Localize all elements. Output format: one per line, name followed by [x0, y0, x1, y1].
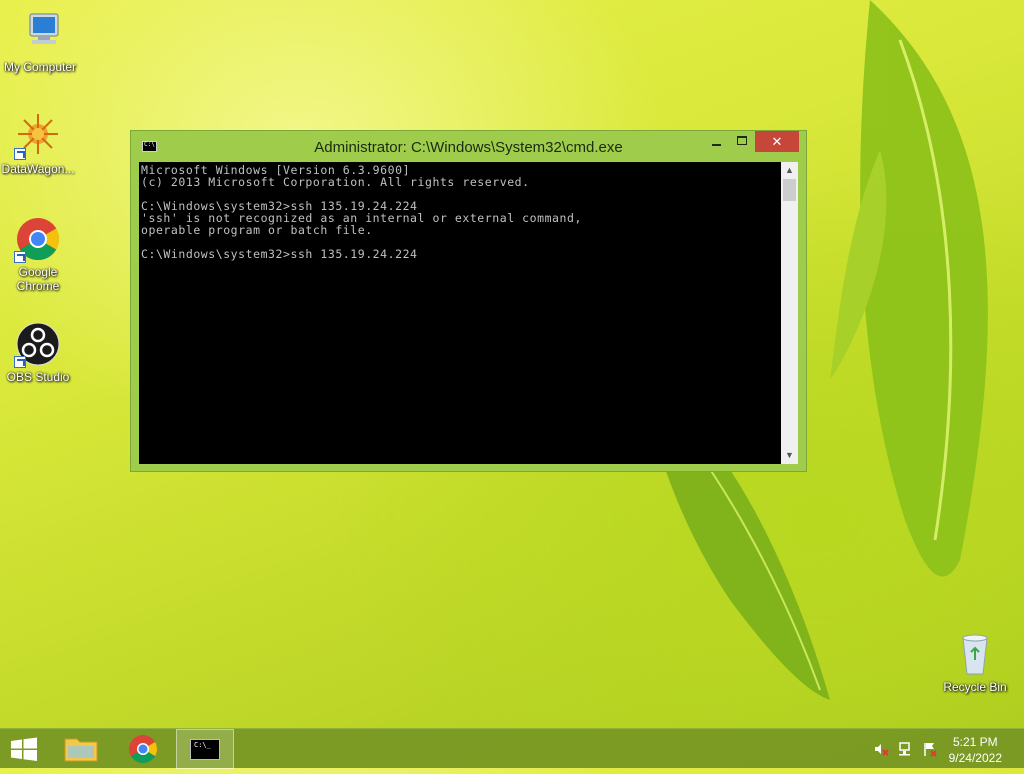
console-output[interactable]: Microsoft Windows [Version 6.3.9600] (c) …	[139, 162, 781, 464]
desktop-icon-recycle-bin[interactable]: Recycle Bin	[935, 630, 1015, 694]
console-line: C:\Windows\system32>ssh 135.19.24.224	[141, 247, 418, 261]
computer-icon	[16, 10, 64, 58]
maximize-button[interactable]	[729, 131, 755, 152]
taskbar: C:\_ 5:21 PM 9/24/2022	[0, 728, 1024, 769]
desktop-icon-my-computer[interactable]: My Computer	[0, 10, 80, 74]
clock-date: 9/24/2022	[948, 751, 1002, 765]
taskbar-chrome[interactable]	[114, 729, 172, 769]
action-center-flag-icon[interactable]	[922, 741, 938, 757]
folder-icon	[64, 738, 98, 762]
close-button[interactable]: ✕	[755, 131, 799, 152]
desktop-icon-google-chrome[interactable]: Google Chrome	[0, 215, 78, 293]
network-icon[interactable]	[898, 741, 914, 757]
desktop-icon-label: DataWagon...	[1, 162, 75, 176]
windows-logo-icon	[11, 737, 37, 761]
taskbar-clock[interactable]: 5:21 PM 9/24/2022	[949, 734, 1002, 766]
datawagon-icon	[14, 112, 62, 160]
chrome-icon	[129, 735, 157, 763]
desktop-icon-obs-studio[interactable]: OBS Studio	[0, 320, 78, 384]
desktop-icon-label: OBS Studio	[6, 370, 70, 384]
close-icon: ✕	[771, 134, 783, 149]
title-bar[interactable]: Administrator: C:\Windows\System32\cmd.e…	[131, 131, 806, 162]
desktop-icon-label: Google Chrome	[16, 265, 60, 293]
shortcut-arrow-icon	[14, 148, 26, 160]
shortcut-arrow-icon	[14, 251, 26, 263]
cmd-window[interactable]: Administrator: C:\Windows\System32\cmd.e…	[130, 130, 807, 472]
volume-muted-icon[interactable]	[873, 741, 889, 757]
start-button[interactable]	[0, 729, 48, 769]
recycle-bin-icon	[951, 630, 999, 678]
console-line: (c) 2013 Microsoft Corporation. All righ…	[141, 175, 530, 189]
obs-icon	[14, 320, 62, 368]
vertical-scrollbar[interactable]: ▲ ▼	[781, 162, 798, 464]
taskbar-file-explorer[interactable]	[52, 729, 110, 769]
console-line: operable program or batch file.	[141, 223, 373, 237]
minimize-icon	[712, 144, 721, 146]
scroll-down-icon[interactable]: ▼	[781, 447, 798, 464]
desktop-icon-label: My Computer	[3, 60, 77, 74]
maximize-icon	[737, 136, 747, 145]
scroll-up-icon[interactable]: ▲	[781, 162, 798, 179]
taskbar-cmd[interactable]: C:\_	[176, 729, 234, 769]
minimize-button[interactable]	[703, 131, 729, 152]
cmd-icon: C:\_	[190, 739, 220, 760]
desktop-icon-label: Recycle Bin	[943, 680, 1007, 694]
scroll-thumb[interactable]	[783, 179, 796, 201]
chrome-icon	[14, 215, 62, 263]
clock-time: 5:21 PM	[952, 735, 998, 749]
desktop-icon-datawagon[interactable]: DataWagon...	[0, 112, 78, 176]
shortcut-arrow-icon	[14, 356, 26, 368]
